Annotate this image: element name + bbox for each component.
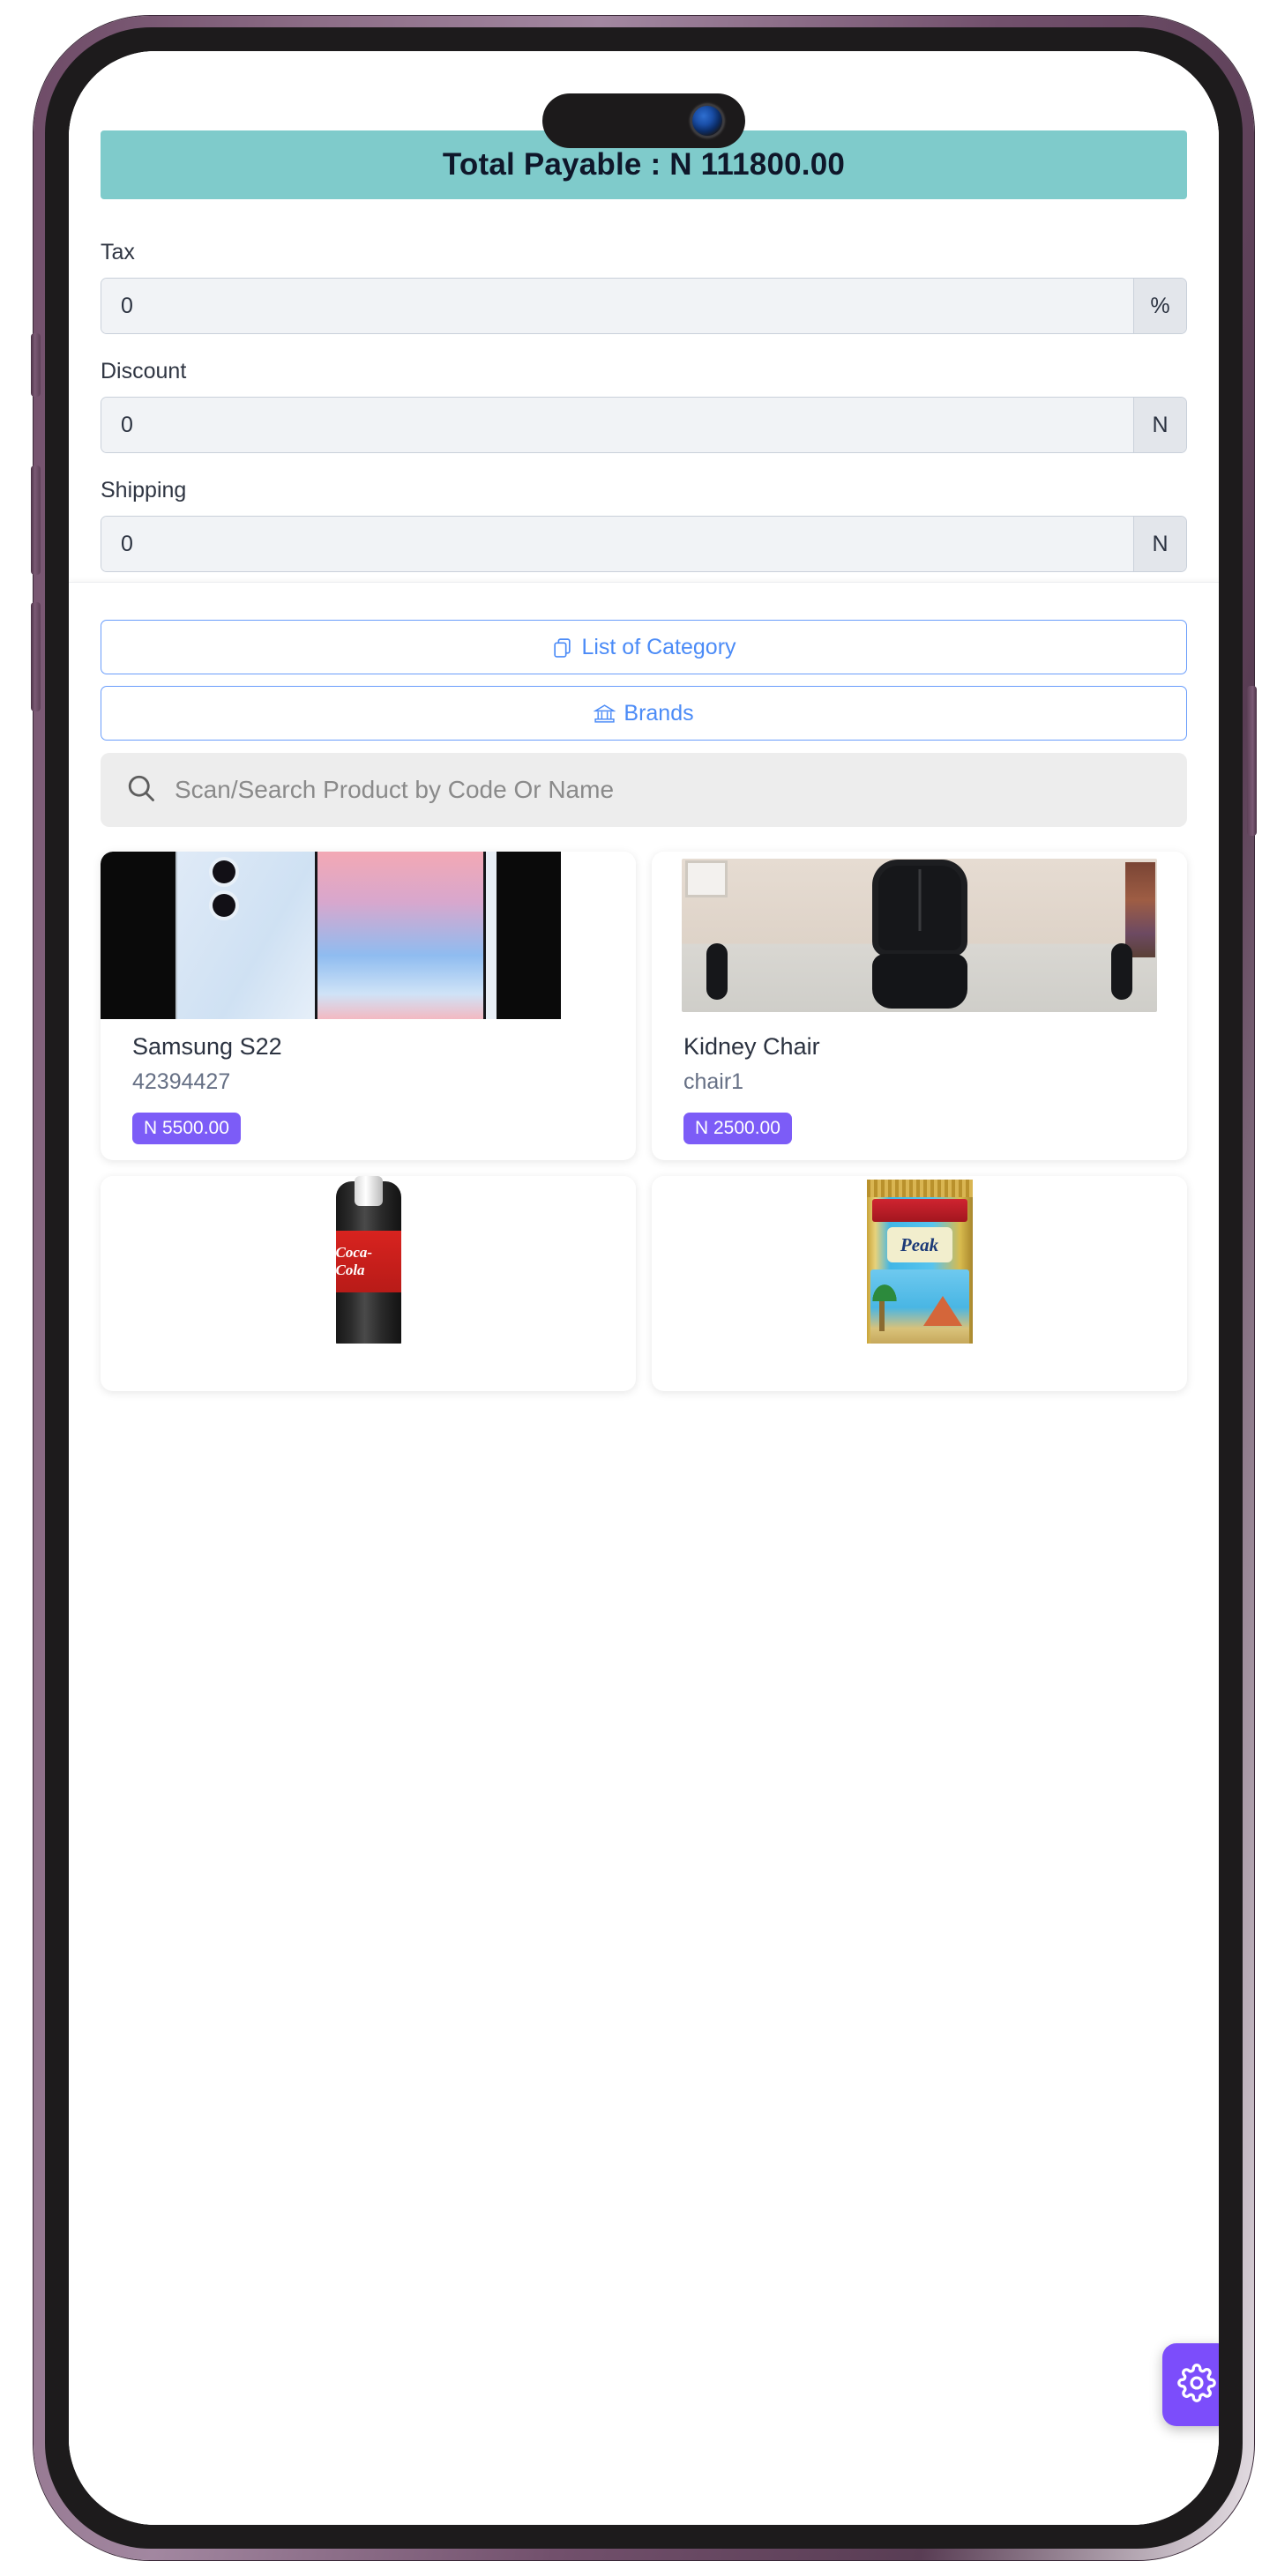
product-card[interactable]: Peak (652, 1176, 1187, 1391)
tax-suffix-percent: % (1133, 279, 1186, 333)
copy-stack-icon (551, 637, 573, 659)
search-icon (125, 772, 157, 808)
product-card[interactable]: Kidney Chair chair1 N 2500.00 (652, 852, 1187, 1160)
price-badge: N 2500.00 (683, 1113, 792, 1144)
tax-field-group: Tax % (101, 240, 1187, 334)
shipping-label: Shipping (101, 478, 187, 503)
shipping-input[interactable] (101, 517, 1133, 571)
camera-lens-icon (692, 106, 722, 136)
phone-bezel: Total Payable : N 111800.00 Tax % Discou… (45, 27, 1243, 2549)
volume-down-button[interactable] (31, 602, 41, 711)
product-search-bar[interactable] (101, 753, 1187, 827)
products-panel: List of Category Brands Scan/Search Prod… (69, 582, 1219, 2525)
discount-field-group: Discount N (101, 359, 1187, 453)
discount-suffix-naira: N (1133, 398, 1186, 452)
floating-settings-button[interactable] (1162, 2343, 1219, 2426)
product-card[interactable]: Coca-Cola (101, 1176, 636, 1391)
product-name: Kidney Chair (683, 1033, 820, 1060)
product-code: chair1 (683, 1069, 744, 1094)
volume-up-button[interactable] (31, 465, 41, 575)
brands-button[interactable]: Brands (101, 686, 1187, 741)
discount-input[interactable] (101, 398, 1133, 452)
price-badge: N 5500.00 (132, 1113, 241, 1144)
shipping-field-row: N (101, 516, 1187, 572)
tax-field-row: % (101, 278, 1187, 334)
coca-cola-bottle-image: Coca-Cola (101, 1176, 636, 1344)
phone-device-frame: Total Payable : N 111800.00 Tax % Discou… (31, 16, 1257, 2560)
shipping-suffix-naira: N (1133, 517, 1186, 571)
bank-icon (594, 703, 616, 725)
list-of-category-button[interactable]: List of Category (101, 620, 1187, 674)
product-card[interactable]: Samsung S22 42394427 N 5500.00 (101, 852, 636, 1160)
search-input[interactable] (175, 776, 1162, 804)
product-grid: Samsung S22 42394427 N 5500.00 Kidney Ch… (101, 852, 1187, 1391)
tax-input[interactable] (101, 279, 1133, 333)
office-chair-image (652, 852, 1187, 1019)
shipping-field-group: Shipping N (101, 478, 1187, 572)
silent-switch-button[interactable] (31, 333, 41, 397)
discount-field-row: N (101, 397, 1187, 453)
gear-icon (1177, 2363, 1216, 2407)
product-name: Samsung S22 (132, 1033, 282, 1060)
dynamic-island (542, 93, 745, 148)
brands-label: Brands (624, 700, 694, 726)
list-of-category-label: List of Category (581, 634, 736, 659)
samsung-phone-image (101, 852, 636, 1019)
power-button[interactable] (1247, 686, 1257, 836)
product-code: 42394427 (132, 1069, 231, 1094)
peak-milk-powder-image: Peak (652, 1176, 1187, 1344)
discount-label: Discount (101, 359, 187, 383)
tax-label: Tax (101, 240, 135, 264)
phone-screen: Total Payable : N 111800.00 Tax % Discou… (69, 51, 1219, 2525)
total-payable-label: Total Payable : N 111800.00 (442, 147, 846, 182)
app-content: Total Payable : N 111800.00 Tax % Discou… (69, 51, 1219, 2525)
